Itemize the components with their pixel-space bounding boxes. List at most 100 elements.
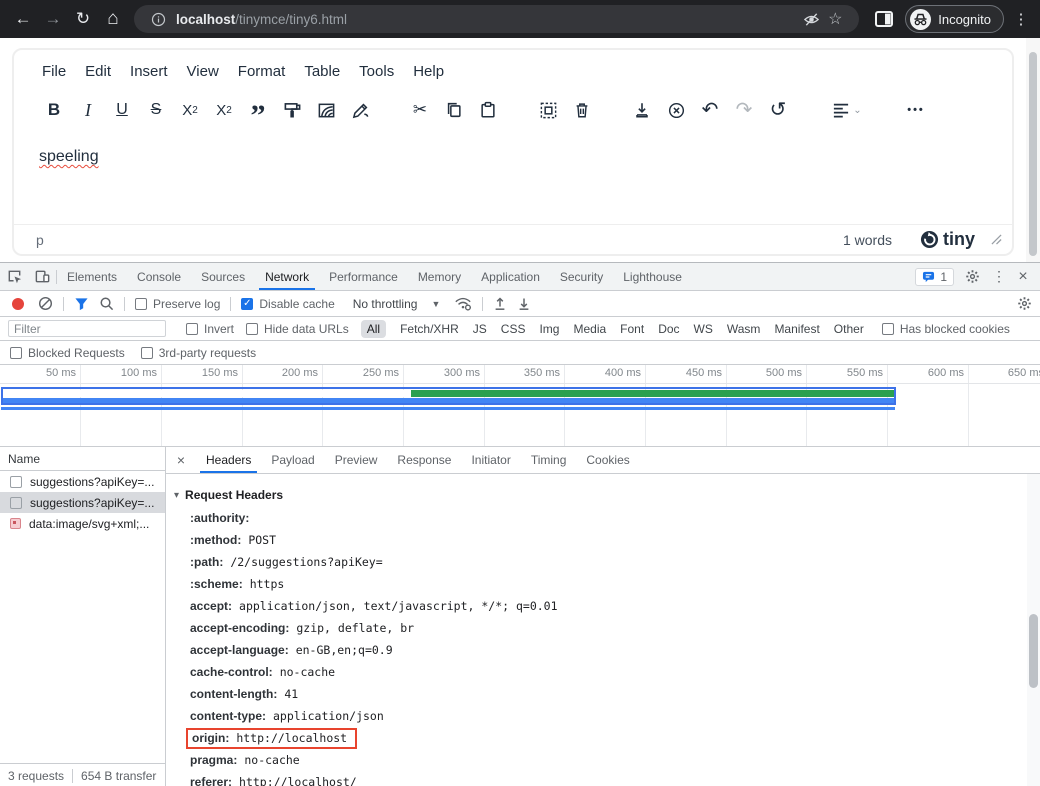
filter-type-all[interactable]: All	[361, 320, 386, 338]
record-button[interactable]	[12, 298, 24, 310]
bold-button[interactable]: B	[37, 93, 71, 127]
home-icon[interactable]: ⌂	[98, 4, 128, 34]
detail-tab-headers[interactable]: Headers	[196, 447, 261, 473]
has-blocked-cookies-checkbox[interactable]	[882, 323, 894, 335]
browser-menu-icon[interactable]: ⋮	[1010, 10, 1032, 28]
delete-button[interactable]	[565, 93, 599, 127]
overview-selection[interactable]	[1, 387, 896, 405]
detail-scrollbar-thumb[interactable]	[1029, 614, 1038, 688]
menu-help[interactable]: Help	[413, 63, 444, 80]
cancel-button[interactable]	[659, 93, 693, 127]
filter-input[interactable]	[8, 320, 166, 337]
reload-icon[interactable]: ↻	[68, 4, 98, 34]
issues-badge[interactable]: 1	[915, 268, 954, 286]
tab-performance[interactable]: Performance	[319, 263, 408, 290]
network-conditions-icon[interactable]	[454, 296, 472, 311]
filter-funnel-icon[interactable]	[74, 297, 89, 311]
request-row[interactable]: suggestions?apiKey=...	[0, 471, 165, 492]
menu-view[interactable]: View	[187, 63, 219, 80]
menu-table[interactable]: Table	[304, 63, 340, 80]
tab-security[interactable]: Security	[550, 263, 613, 290]
invert-checkbox[interactable]	[186, 323, 198, 335]
detail-tab-preview[interactable]: Preview	[325, 447, 388, 473]
clear-icon[interactable]	[38, 296, 53, 311]
export-button[interactable]	[625, 93, 659, 127]
resize-handle[interactable]	[991, 232, 1002, 248]
throttling-select[interactable]: No throttling ▼	[353, 297, 441, 311]
detail-close-icon[interactable]: ×	[166, 447, 196, 473]
permanent-pen-button[interactable]	[343, 93, 377, 127]
incognito-badge[interactable]: Incognito	[905, 5, 1004, 33]
cut-button[interactable]: ✂	[403, 93, 437, 127]
menu-file[interactable]: File	[42, 63, 66, 80]
request-row[interactable]: data:image/svg+xml;...	[0, 513, 165, 534]
detail-tab-payload[interactable]: Payload	[261, 447, 324, 473]
editor-content[interactable]: speeling	[14, 132, 1012, 224]
detail-scrollbar[interactable]	[1027, 474, 1040, 786]
subscript-button[interactable]: X2	[173, 93, 207, 127]
filter-type-media[interactable]: Media	[573, 322, 606, 336]
device-toolbar-icon[interactable]	[28, 263, 56, 290]
copy-button[interactable]	[437, 93, 471, 127]
bookmark-star-icon[interactable]: ☆	[823, 7, 847, 31]
request-row-selected[interactable]: suggestions?apiKey=...	[0, 492, 165, 513]
filter-type-ws[interactable]: WS	[694, 322, 713, 336]
detail-tab-cookies[interactable]: Cookies	[576, 447, 639, 473]
preserve-log-checkbox[interactable]	[135, 298, 147, 310]
select-all-button[interactable]	[531, 93, 565, 127]
tab-network[interactable]: Network	[255, 263, 319, 290]
export-har-icon[interactable]	[517, 296, 531, 311]
back-icon[interactable]: ←	[8, 4, 38, 34]
address-bar[interactable]: localhost/tinymce/tiny6.html ☆	[134, 5, 859, 33]
blocked-requests-checkbox[interactable]	[10, 347, 22, 359]
tab-console[interactable]: Console	[127, 263, 191, 290]
page-info-icon[interactable]	[146, 7, 170, 31]
blockquote-button[interactable]: ”	[241, 93, 275, 127]
page-scrollbar-thumb[interactable]	[1029, 52, 1037, 256]
third-party-checkbox[interactable]	[141, 347, 153, 359]
menu-tools[interactable]: Tools	[359, 63, 394, 80]
menu-edit[interactable]: Edit	[85, 63, 111, 80]
underline-button[interactable]: U	[105, 93, 139, 127]
request-headers-section[interactable]: ▾ Request Headers	[174, 483, 1040, 507]
menu-format[interactable]: Format	[238, 63, 286, 80]
tab-sources[interactable]: Sources	[191, 263, 255, 290]
filter-type-other[interactable]: Other	[834, 322, 864, 336]
invert-toggle[interactable]: Invert	[186, 322, 234, 336]
undo-button[interactable]: ↶	[693, 93, 727, 127]
forward-icon[interactable]: →	[38, 4, 68, 34]
blocked-requests-toggle[interactable]: Blocked Requests	[10, 346, 125, 360]
page-scrollbar[interactable]	[1026, 38, 1040, 262]
filter-type-doc[interactable]: Doc	[658, 322, 679, 336]
tab-application[interactable]: Application	[471, 263, 550, 290]
search-icon[interactable]	[99, 296, 114, 311]
tab-elements[interactable]: Elements	[57, 263, 127, 290]
tiny-brand[interactable]: tiny	[920, 229, 975, 250]
page-embed-button[interactable]	[309, 93, 343, 127]
filter-type-wasm[interactable]: Wasm	[727, 322, 761, 336]
devtools-close-icon[interactable]: ×	[1012, 268, 1034, 286]
disable-cache-toggle[interactable]: ✓ Disable cache	[241, 297, 334, 311]
network-settings-icon[interactable]	[1017, 296, 1032, 311]
devtools-menu-icon[interactable]: ⋮	[990, 268, 1008, 285]
filter-type-fetchxhr[interactable]: Fetch/XHR	[400, 322, 459, 336]
restore-draft-button[interactable]: ↺	[761, 93, 795, 127]
menu-insert[interactable]: Insert	[130, 63, 168, 80]
more-toolbar-button[interactable]: •••	[899, 93, 933, 127]
superscript-button[interactable]: X2	[207, 93, 241, 127]
redo-button[interactable]: ↷	[727, 93, 761, 127]
network-overview[interactable]: 50 ms 100 ms 150 ms 200 ms 250 ms 300 ms…	[0, 365, 1040, 447]
element-path[interactable]: p	[36, 232, 44, 248]
filter-type-manifest[interactable]: Manifest	[774, 322, 819, 336]
italic-button[interactable]: I	[71, 93, 105, 127]
misspelled-word[interactable]: speeling	[39, 148, 99, 165]
format-painter-button[interactable]	[275, 93, 309, 127]
hide-data-urls-checkbox[interactable]	[246, 323, 258, 335]
align-button[interactable]: ⌄	[821, 93, 873, 127]
strikethrough-button[interactable]: S	[139, 93, 173, 127]
tab-lighthouse[interactable]: Lighthouse	[613, 263, 692, 290]
word-count[interactable]: 1 words	[843, 232, 892, 248]
inspect-element-icon[interactable]	[0, 263, 28, 290]
detail-tab-response[interactable]: Response	[387, 447, 461, 473]
detail-tab-initiator[interactable]: Initiator	[461, 447, 520, 473]
